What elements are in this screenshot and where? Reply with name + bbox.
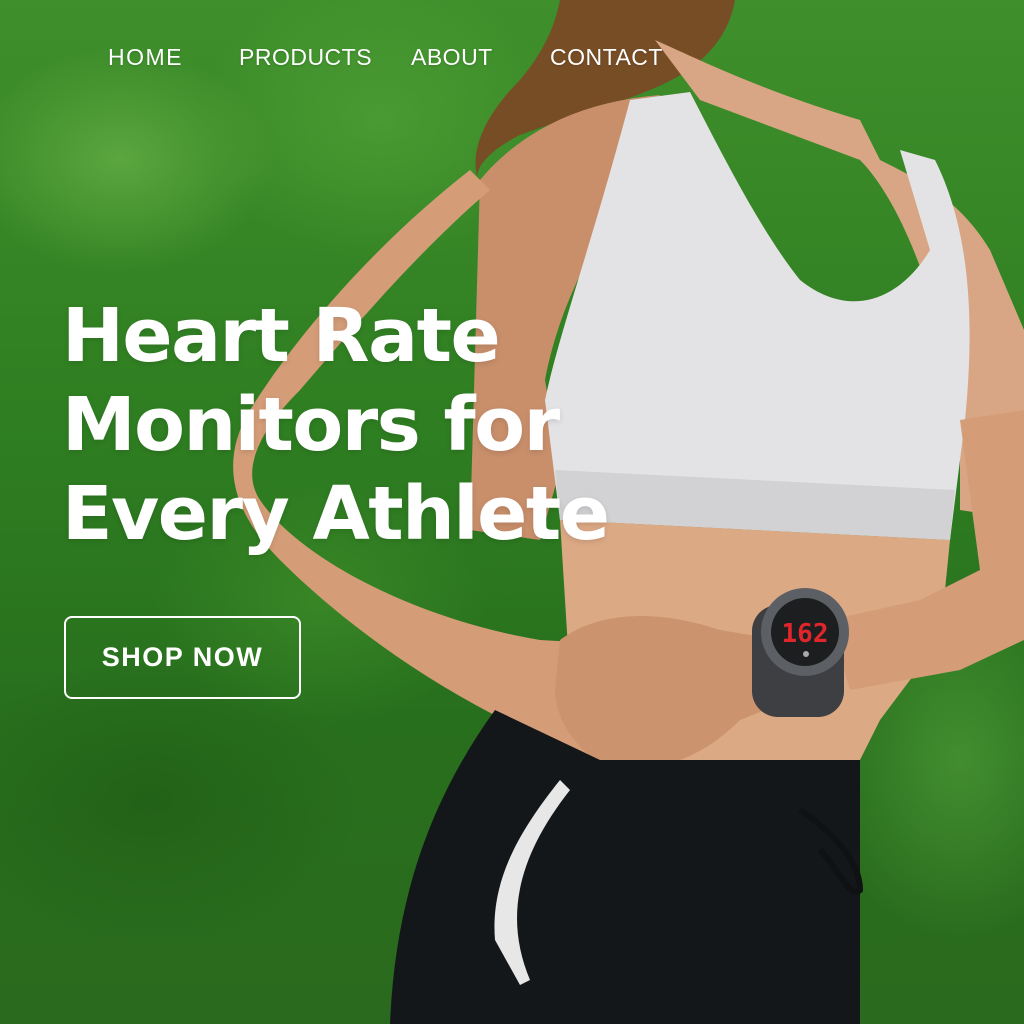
hero-section: 162 HOME PRODUCTS ABOUT CONTACT Heart Ra… [0,0,1024,1024]
nav-about-link[interactable]: ABOUT [411,44,550,71]
hero-headline: Heart Rate Monitors for Every Athlete [62,292,622,559]
headline-line-1: Heart Rate [62,293,501,379]
nav-products-link[interactable]: PRODUCTS [239,44,411,71]
shop-now-button[interactable]: SHOP NOW [64,616,301,699]
headline-line-3: Every Athlete [62,471,610,557]
main-nav: HOME PRODUCTS ABOUT CONTACT [108,44,663,71]
nav-contact-link[interactable]: CONTACT [550,44,663,71]
watch-heart-rate: 162 [782,619,829,649]
headline-line-2: Monitors for [62,382,560,468]
nav-home-link[interactable]: HOME [108,44,239,71]
